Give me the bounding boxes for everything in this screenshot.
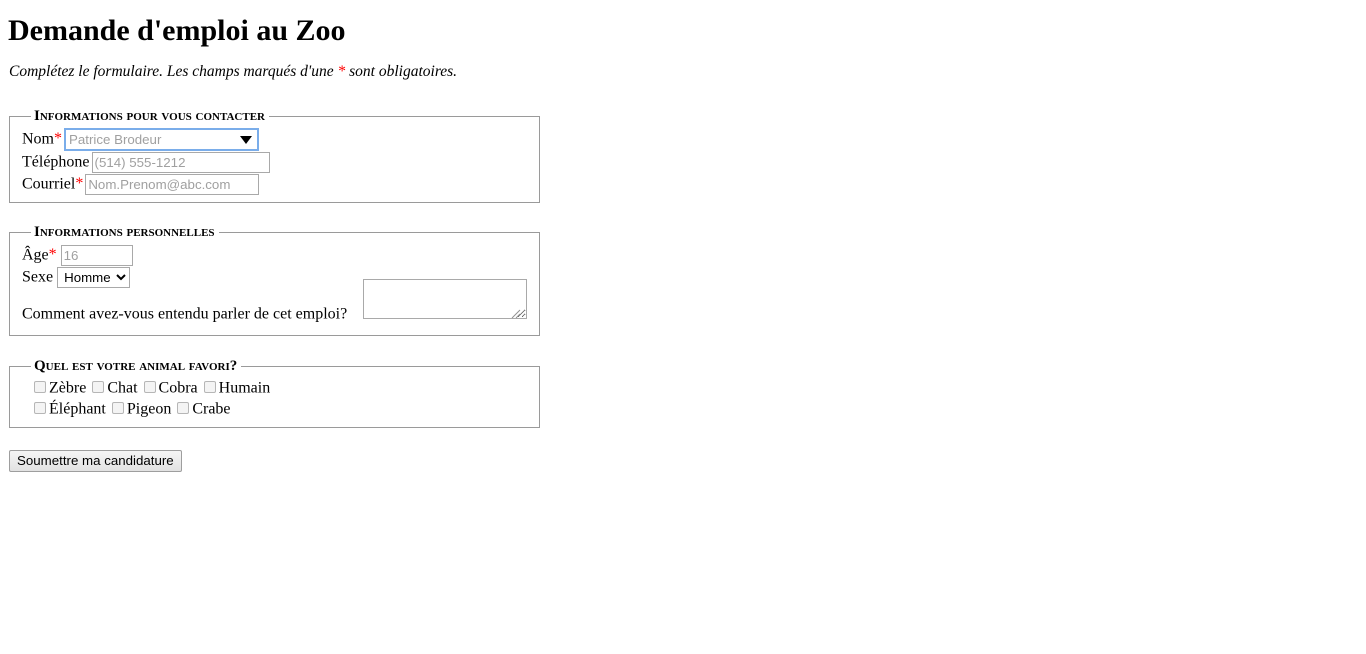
checkbox-label-zebre[interactable]: Zèbre	[49, 379, 86, 396]
label-sex: Sexe	[22, 268, 54, 286]
legend-personal-information: Informations personnelles	[34, 224, 215, 240]
checkbox-item-chat[interactable]: Chat	[92, 378, 138, 398]
field-row-age: Âge*	[22, 244, 531, 266]
checkbox-label-crabe[interactable]: Crabe	[192, 400, 230, 417]
label-age: Âge	[22, 246, 49, 264]
source-textarea[interactable]	[363, 278, 527, 319]
form-page: Demande d'emploi au Zoo Complétez le for…	[0, 0, 1366, 654]
checkbox-crabe[interactable]	[177, 401, 190, 414]
label-phone: Téléphone	[22, 153, 90, 171]
label-name: Nom	[22, 130, 54, 148]
checkbox-label-chat[interactable]: Chat	[107, 379, 137, 396]
checkbox-zebre[interactable]	[34, 381, 46, 394]
checkbox-humain[interactable]	[203, 381, 216, 394]
required-asterisk-email: *	[75, 175, 84, 193]
checkbox-label-elephant[interactable]: Éléphant	[49, 400, 106, 417]
page-title: Demande d'emploi au Zoo	[8, 14, 346, 47]
fieldset-favorite-animal: Quel est votre animal favori? Zèbre Chat…	[9, 358, 540, 428]
email-input[interactable]	[85, 174, 260, 196]
required-asterisk-age: *	[48, 246, 57, 263]
checkbox-chat[interactable]	[92, 381, 105, 394]
field-row-email: Courriel*	[22, 173, 531, 196]
checkbox-label-humain[interactable]: Humain	[219, 379, 271, 396]
fieldset-personal-information: Informations personnelles Âge* Sexe Homm…	[9, 224, 540, 336]
name-combobox[interactable]	[64, 128, 259, 151]
checkbox-label-pigeon[interactable]: Pigeon	[127, 400, 171, 417]
label-source-question: Comment avez-vous entendu parler de cet …	[22, 304, 348, 322]
checkbox-item-pigeon[interactable]: Pigeon	[111, 399, 171, 419]
checkbox-label-cobra[interactable]: Cobra	[159, 379, 198, 396]
fieldset-contact-information: Informations pour vous contacter Nom* Té…	[9, 108, 540, 203]
checkbox-item-cobra[interactable]: Cobra	[143, 378, 198, 398]
instructions-text-before: Complétez le formulaire. Les champs marq…	[9, 63, 338, 80]
label-email: Courriel	[22, 175, 76, 193]
submit-application-button[interactable]: Soumettre ma candidature	[9, 450, 182, 472]
form-instructions: Complétez le formulaire. Les champs marq…	[9, 62, 457, 81]
checkbox-row-1: Zèbre Chat Cobra Humain	[22, 378, 531, 398]
age-input[interactable]	[60, 244, 133, 266]
phone-input[interactable]	[91, 151, 270, 173]
checkbox-pigeon[interactable]	[111, 401, 124, 414]
checkbox-elephant[interactable]	[34, 401, 46, 414]
checkbox-item-humain[interactable]: Humain	[203, 378, 271, 398]
required-asterisk-name: *	[54, 130, 62, 148]
checkbox-item-zebre[interactable]: Zèbre	[34, 378, 86, 398]
checkbox-row-2: Éléphant Pigeon Crabe	[22, 398, 531, 418]
legend-contact-information: Informations pour vous contacter	[34, 108, 265, 124]
field-row-name: Nom*	[22, 128, 531, 151]
field-row-source: Comment avez-vous entendu parler de cet …	[22, 278, 531, 323]
sex-select[interactable]: Homme Femme Autre	[57, 267, 131, 289]
checkbox-item-elephant[interactable]: Éléphant	[34, 399, 106, 419]
field-row-phone: Téléphone	[22, 151, 531, 173]
checkbox-item-crabe[interactable]: Crabe	[177, 399, 231, 419]
name-input[interactable]	[64, 128, 259, 151]
legend-favorite-animal: Quel est votre animal favori?	[34, 358, 238, 374]
checkbox-cobra[interactable]	[143, 381, 156, 394]
instructions-text-after: sont obligatoires.	[345, 63, 458, 80]
